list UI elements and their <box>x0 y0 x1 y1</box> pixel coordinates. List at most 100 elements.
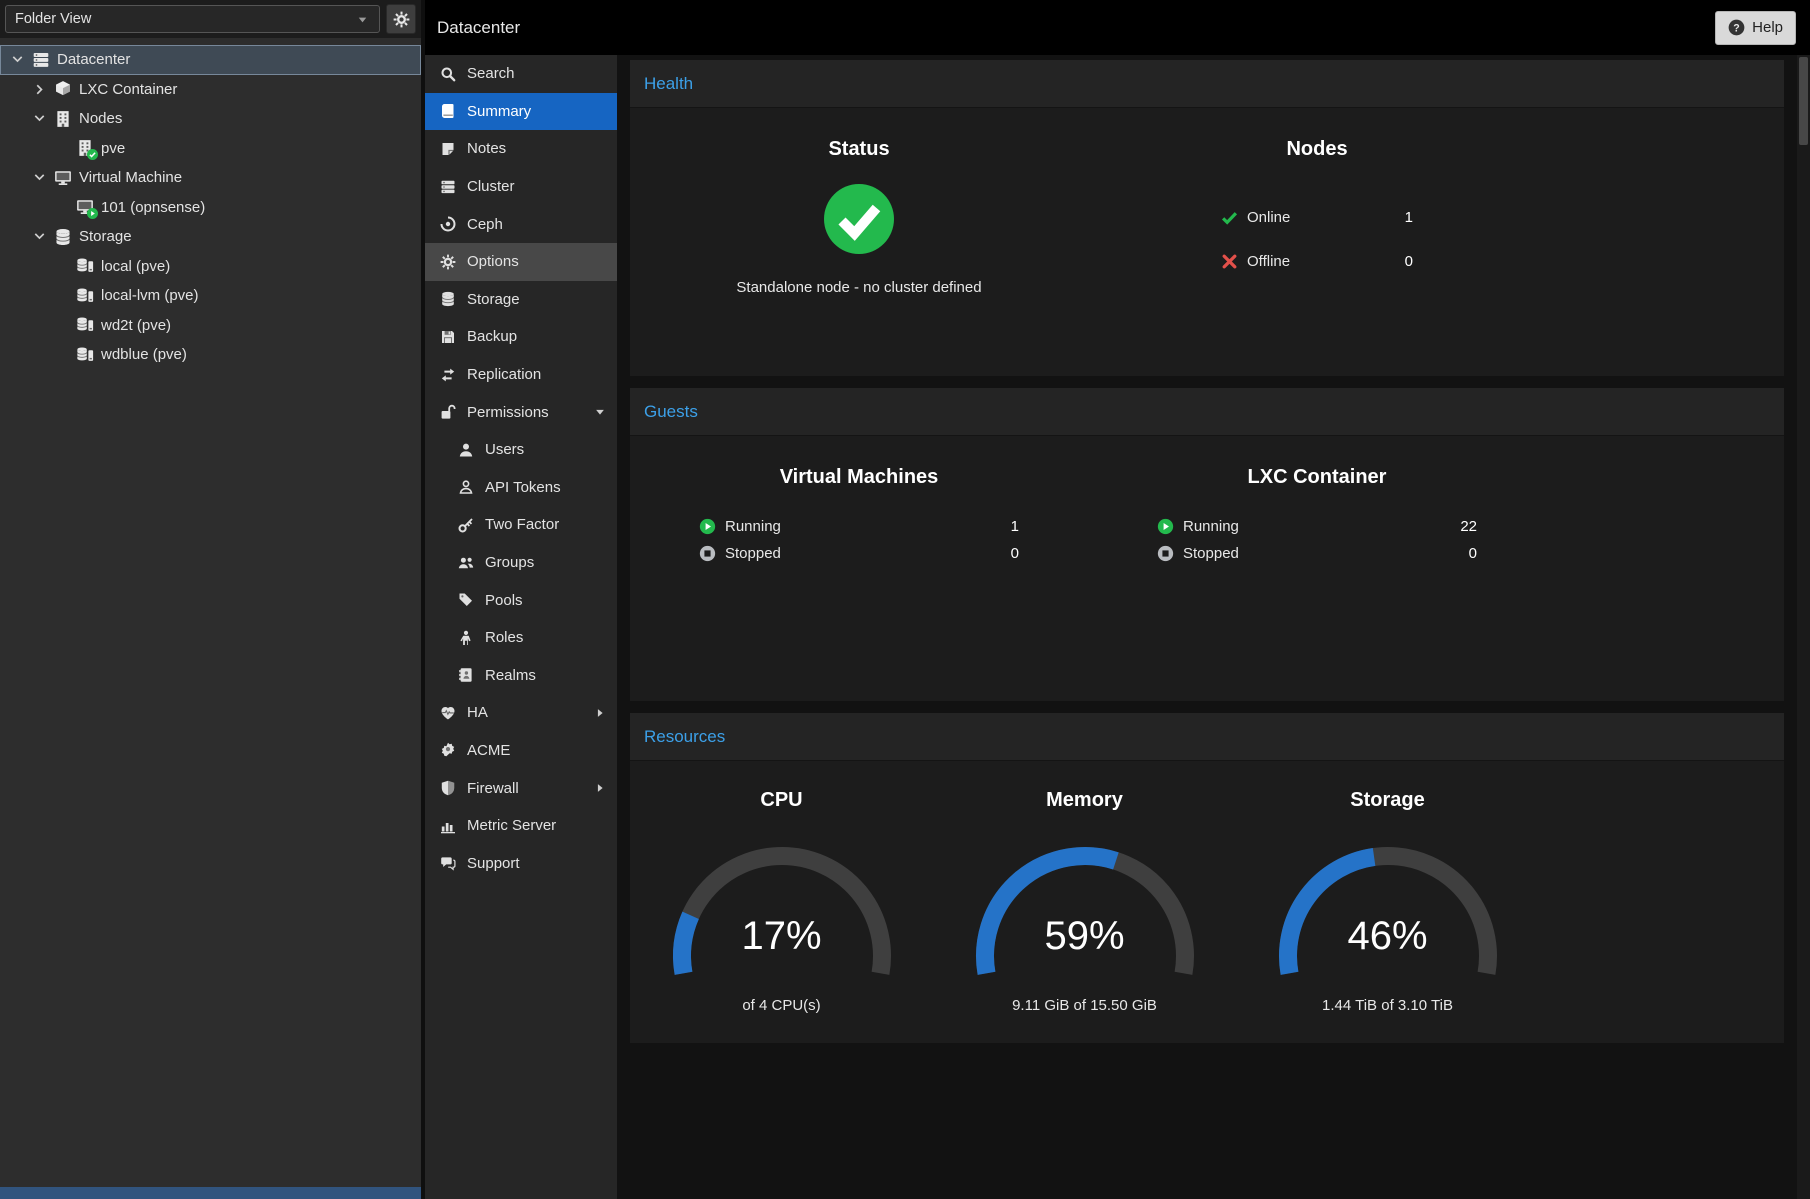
tree-expander-down-icon[interactable] <box>32 229 47 244</box>
vm-table: Running 1 Stopped 0 <box>699 513 1019 567</box>
vm-stopped-value: 0 <box>1011 545 1019 562</box>
help-button[interactable]: ? Help <box>1715 11 1796 45</box>
menu-item-label: Roles <box>485 629 523 646</box>
menu-item-label: Realms <box>485 667 536 684</box>
menu-item-firewall[interactable]: Firewall <box>425 769 617 807</box>
vm-running-row: Running 1 <box>699 513 1019 540</box>
nodes-online-value: 1 <box>1405 209 1413 226</box>
tree-item-label: local-lvm (pve) <box>101 287 199 304</box>
comments-icon <box>440 855 456 871</box>
tree-expander-down-icon[interactable] <box>32 170 47 185</box>
tree-item-virtual-machine[interactable]: Virtual Machine <box>0 163 421 193</box>
person-icon <box>458 630 474 646</box>
cpu-heading: CPU <box>760 789 802 812</box>
menu-item-two-factor[interactable]: Two Factor <box>425 506 617 544</box>
database-icon <box>54 228 72 246</box>
menu-item-replication[interactable]: Replication <box>425 356 617 394</box>
menu-item-label: Cluster <box>467 178 515 195</box>
submenu-arrow-down-icon <box>593 405 607 419</box>
menu-item-roles[interactable]: Roles <box>425 619 617 657</box>
menu-item-label: Pools <box>485 592 523 609</box>
memory-heading: Memory <box>1046 789 1123 812</box>
menu-item-metric-server[interactable]: Metric Server <box>425 807 617 845</box>
menu-item-label: Options <box>467 253 519 270</box>
tree-expander-right-icon[interactable] <box>32 82 47 97</box>
building-icon <box>76 139 94 157</box>
tree-item-datacenter[interactable]: Datacenter <box>0 45 421 75</box>
storage-drive-icon <box>76 257 94 275</box>
tree-item-label: LXC Container <box>79 81 177 98</box>
menu-item-summary[interactable]: Summary <box>425 93 617 131</box>
cpu-gauge-caption: of 4 CPU(s) <box>742 997 820 1014</box>
vm-stopped-row: Stopped 0 <box>699 540 1019 567</box>
tree-indent-spacer <box>54 259 69 274</box>
tree-item-storage[interactable]: Storage <box>0 222 421 252</box>
lxc-running-row: Running 22 <box>1157 513 1477 540</box>
menu-item-ha[interactable]: HA <box>425 694 617 732</box>
menu-item-label: ACME <box>467 742 510 759</box>
stop-circle-icon <box>699 545 716 562</box>
nodes-table: Online 1 Offline 0 <box>1221 195 1413 283</box>
guests-panel-header: Guests <box>630 388 1784 436</box>
menu-item-backup[interactable]: Backup <box>425 318 617 356</box>
tree-item-wdblue-pve[interactable]: wdblue (pve) <box>0 340 421 370</box>
storage-gauge-column: Storage 46% 1.44 TiB of 3.10 TiB <box>1236 761 1539 1043</box>
menu-item-notes[interactable]: Notes <box>425 130 617 168</box>
menu-item-label: Backup <box>467 328 517 345</box>
tree-item-lxc-container[interactable]: LXC Container <box>0 75 421 105</box>
key-icon <box>458 517 474 533</box>
memory-gauge-value: 59% <box>955 914 1215 959</box>
tree-item-nodes[interactable]: Nodes <box>0 104 421 134</box>
menu-item-ceph[interactable]: Ceph <box>425 205 617 243</box>
menu-item-api-tokens[interactable]: API Tokens <box>425 469 617 507</box>
book-icon <box>440 103 456 119</box>
retweet-icon <box>440 367 456 383</box>
tree-indent-spacer <box>54 288 69 303</box>
menu-item-label: Users <box>485 441 524 458</box>
vertical-scrollbar[interactable] <box>1797 55 1810 1199</box>
menu-item-realms[interactable]: Realms <box>425 657 617 695</box>
scrollbar-thumb[interactable] <box>1799 57 1808 145</box>
tree-expander-down-icon[interactable] <box>32 111 47 126</box>
menu-item-options[interactable]: Options <box>425 243 617 281</box>
tree-item-local-pve[interactable]: local (pve) <box>0 252 421 282</box>
menu-item-permissions[interactable]: Permissions <box>425 393 617 431</box>
menu-item-groups[interactable]: Groups <box>425 544 617 582</box>
menu-item-label: Summary <box>467 103 531 120</box>
tree-settings-button[interactable] <box>386 4 416 34</box>
menu-item-support[interactable]: Support <box>425 844 617 882</box>
menu-item-label: Ceph <box>467 216 503 233</box>
tree-expander-down-icon[interactable] <box>10 52 25 67</box>
storage-gauge: 46% <box>1258 844 1518 989</box>
database-icon <box>440 291 456 307</box>
menu-item-acme[interactable]: ACME <box>425 732 617 770</box>
menu-item-search[interactable]: Search <box>425 55 617 93</box>
tree-item-label: 101 (opnsense) <box>101 199 205 216</box>
menu-item-label: HA <box>467 704 488 721</box>
menu-item-users[interactable]: Users <box>425 431 617 469</box>
shield-icon <box>440 780 456 796</box>
tree-item-label: Nodes <box>79 110 122 127</box>
help-button-label: Help <box>1752 19 1783 36</box>
menu-item-pools[interactable]: Pools <box>425 581 617 619</box>
status-message: Standalone node - no cluster defined <box>736 279 981 296</box>
tree-item-label: wdblue (pve) <box>101 346 187 363</box>
tree-item-wd2t-pve[interactable]: wd2t (pve) <box>0 311 421 341</box>
vm-stopped-label: Stopped <box>725 545 781 562</box>
lxc-stopped-label: Stopped <box>1183 545 1239 562</box>
view-mode-combobox[interactable]: Folder View <box>5 5 380 33</box>
tree-item-local-lvm-pve[interactable]: local-lvm (pve) <box>0 281 421 311</box>
storage-drive-icon <box>76 316 94 334</box>
guests-panel-title: Guests <box>644 402 698 422</box>
menu-item-label: Support <box>467 855 520 872</box>
tree-item-label: Datacenter <box>57 51 130 68</box>
menu-item-label: Firewall <box>467 780 519 797</box>
tree-item-pve[interactable]: pve <box>0 134 421 164</box>
menu-item-cluster[interactable]: Cluster <box>425 168 617 206</box>
menu-item-label: Permissions <box>467 404 549 421</box>
vm-running-label: Running <box>725 518 781 535</box>
tree-item-label: wd2t (pve) <box>101 317 171 334</box>
menu-item-storage[interactable]: Storage <box>425 281 617 319</box>
tree-item-101-opnsense[interactable]: 101 (opnsense) <box>0 193 421 223</box>
chevron-down-icon <box>355 12 370 27</box>
